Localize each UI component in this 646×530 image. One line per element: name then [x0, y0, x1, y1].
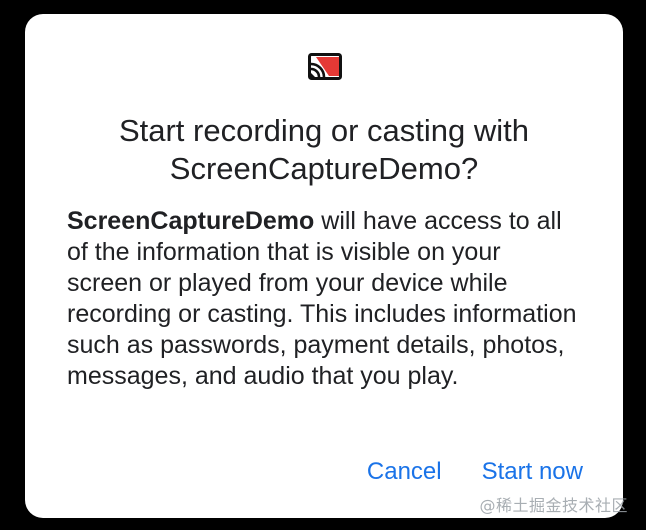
- dialog-body: ScreenCaptureDemo will have access to al…: [67, 206, 577, 392]
- start-now-button[interactable]: Start now: [482, 458, 583, 486]
- cast-icon: [308, 53, 342, 80]
- permission-dialog: Start recording or casting with ScreenCa…: [25, 14, 623, 518]
- dialog-actions: Cancel Start now: [367, 458, 583, 486]
- dialog-title: Start recording or casting with ScreenCa…: [118, 113, 530, 186]
- cancel-button[interactable]: Cancel: [367, 458, 442, 486]
- app-name: ScreenCaptureDemo: [67, 207, 315, 235]
- watermark: @稀土掘金技术社区: [479, 496, 628, 515]
